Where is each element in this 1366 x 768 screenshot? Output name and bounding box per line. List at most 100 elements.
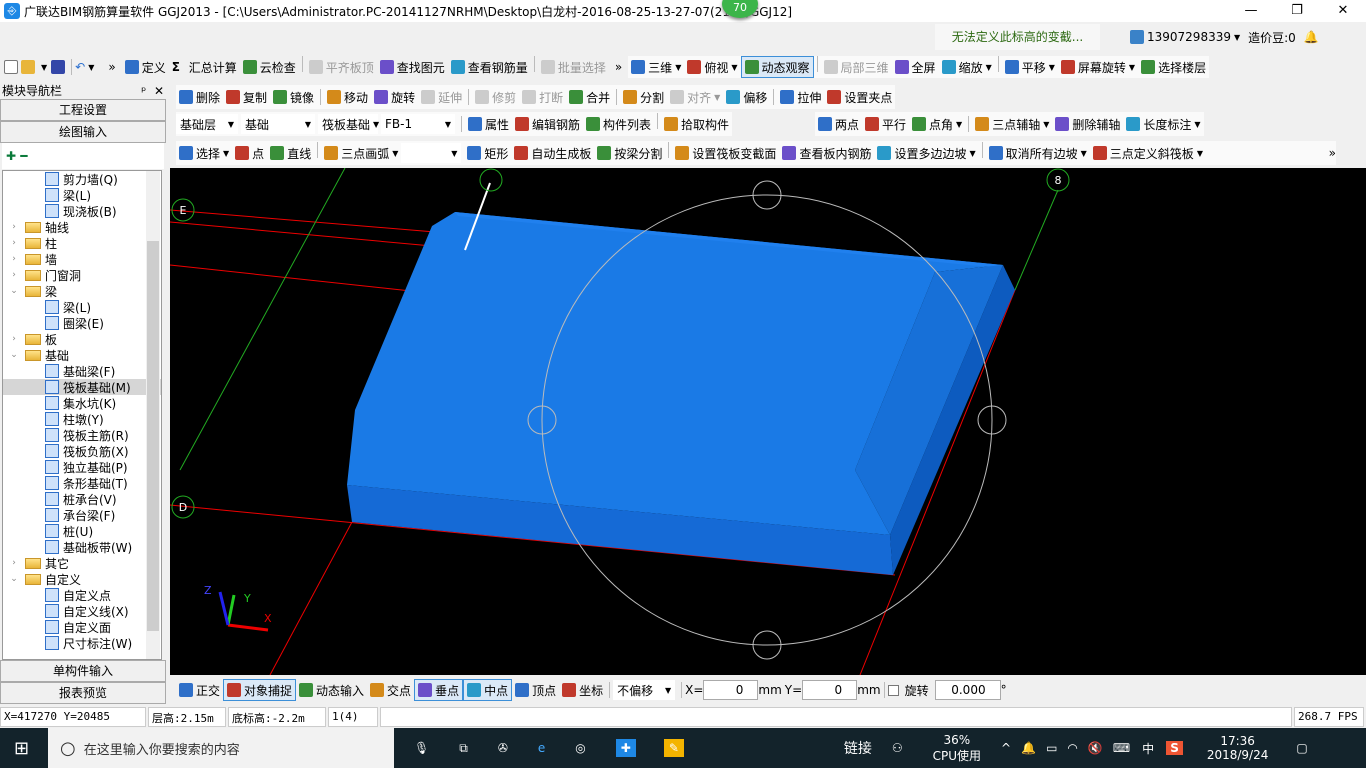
toolbar3b-button-0[interactable]: 两点: [815, 113, 862, 135]
app-icon[interactable]: ◎: [575, 741, 585, 755]
snap-button-5[interactable]: 中点: [463, 679, 513, 701]
offset-mode-select[interactable]: 不偏移 ▼: [613, 680, 676, 700]
toolbar4b-button-6[interactable]: 取消所有边坡 ▼: [986, 142, 1090, 164]
tree-item[interactable]: 筏板基础(M): [3, 379, 161, 395]
task-view-icon[interactable]: ⧉: [459, 741, 468, 756]
tree-item[interactable]: 尺寸标注(W): [3, 635, 161, 651]
arc-mode-select[interactable]: ▼: [401, 143, 462, 163]
toolbar3-button-1[interactable]: 编辑钢筋: [512, 113, 583, 135]
toolbar3-button-3[interactable]: 拾取构件: [661, 113, 732, 135]
toolbar3b-button-3[interactable]: 三点辅轴 ▼: [972, 113, 1052, 135]
toolbar1b-button-4[interactable]: 全屏: [892, 56, 939, 78]
snap-button-1[interactable]: 对象捕捉: [223, 679, 297, 701]
collapse-all-icon[interactable]: ━: [20, 149, 27, 163]
toolbar3-button-0[interactable]: 属性: [465, 113, 512, 135]
component-select[interactable]: FB-1 ▼: [381, 114, 455, 134]
toolbar1b-button-6[interactable]: 平移 ▼: [1002, 56, 1058, 78]
minimize-button[interactable]: —: [1228, 0, 1274, 22]
cpu-meter[interactable]: 36% CPU使用: [933, 733, 981, 764]
tree-item[interactable]: ⌄ 基础: [3, 347, 161, 363]
toolbar2-button-1[interactable]: 复制: [223, 86, 270, 108]
tree-item[interactable]: › 柱: [3, 235, 161, 251]
rotate-checkbox[interactable]: [887, 684, 899, 696]
toolbar4b-button-0[interactable]: 矩形: [464, 142, 511, 164]
tree-item[interactable]: 桩(U): [3, 523, 161, 539]
toolbar1-button-2[interactable]: 云检查: [240, 56, 299, 78]
edge-icon[interactable]: e: [538, 741, 545, 755]
floor-select[interactable]: 基础层 ▼: [176, 114, 238, 134]
save-icon[interactable]: [51, 60, 66, 74]
nav-report-preview[interactable]: 报表预览: [0, 682, 166, 704]
x-offset-input[interactable]: 0: [703, 680, 759, 700]
chevron-down-icon[interactable]: ▼: [1129, 63, 1135, 72]
overflow-icon[interactable]: »: [108, 60, 115, 74]
battery-icon[interactable]: ▭: [1046, 741, 1057, 755]
tree-item[interactable]: 自定义线(X): [3, 603, 161, 619]
toolbar2-button-13[interactable]: 设置夹点: [824, 86, 895, 108]
toolbar1b-button-2[interactable]: 动态观察: [740, 56, 814, 78]
tree-item[interactable]: 承台梁(F): [3, 507, 161, 523]
tree-item[interactable]: 自定义点: [3, 587, 161, 603]
fan-app-icon[interactable]: ✇: [498, 741, 508, 755]
tree-item[interactable]: 梁(L): [3, 299, 161, 315]
notification-bell-icon[interactable]: 🔔: [1021, 741, 1036, 755]
chevron-down-icon[interactable]: ▼: [392, 149, 398, 158]
tree-scrollbar[interactable]: [146, 171, 160, 659]
toolbar2-button-6[interactable]: 修剪: [472, 86, 519, 108]
toolbar2-button-5[interactable]: 延伸: [418, 86, 465, 108]
toolbar1-button-0[interactable]: 定义: [122, 56, 169, 78]
snap-button-3[interactable]: 交点: [367, 679, 414, 701]
chevron-down-icon[interactable]: ▼: [1043, 120, 1049, 129]
ime-indicator[interactable]: 中: [1142, 740, 1154, 757]
category-select[interactable]: 基础 ▼: [241, 114, 315, 134]
link-label[interactable]: 链接: [844, 738, 872, 758]
toolbar2-button-7[interactable]: 打断: [519, 86, 566, 108]
toolbar1-button-3[interactable]: 平齐板顶: [306, 56, 377, 78]
microphone-icon[interactable]: 🎙: [414, 741, 429, 755]
expand-all-icon[interactable]: ✚: [6, 149, 16, 163]
chevron-down-icon[interactable]: ▼: [675, 63, 681, 72]
toolbar2-button-4[interactable]: 旋转: [371, 86, 418, 108]
pin-icon[interactable]: ᵖ: [141, 84, 146, 98]
toolbar4-button-2[interactable]: 直线: [267, 142, 314, 164]
keyboard-icon[interactable]: ⌨: [1113, 741, 1130, 755]
tree-item[interactable]: 现浇板(B): [3, 203, 161, 219]
taskbar-search[interactable]: ○ 在这里输入你要搜索的内容: [48, 728, 394, 768]
overflow-icon[interactable]: »: [615, 60, 622, 74]
toolbar1b-button-8[interactable]: 选择楼层: [1138, 56, 1209, 78]
toolbar1b-button-5[interactable]: 缩放 ▼: [939, 56, 995, 78]
toolbar1-button-4[interactable]: 查找图元: [377, 56, 448, 78]
toolbar4b-button-3[interactable]: 设置筏板变截面: [672, 142, 779, 164]
snap-button-2[interactable]: 动态输入: [296, 679, 367, 701]
tree-item[interactable]: 剪力墙(Q): [3, 171, 161, 187]
tree-item[interactable]: 独立基础(P): [3, 459, 161, 475]
rotate-input[interactable]: 0.000: [934, 680, 1001, 700]
tree-item[interactable]: 基础板带(W): [3, 539, 161, 555]
chevron-down-icon[interactable]: ▼: [1197, 149, 1203, 158]
tree-item[interactable]: 集水坑(K): [3, 395, 161, 411]
type-select[interactable]: 筏板基础 ▼: [318, 114, 379, 134]
notes-app-icon[interactable]: ✎: [663, 739, 684, 757]
glodon-taskbar-icon[interactable]: ✚: [615, 739, 636, 757]
tree-item[interactable]: ⌄ 梁: [3, 283, 161, 299]
bell-icon[interactable]: 🔔: [1304, 30, 1319, 44]
chevron-down-icon[interactable]: ▼: [1049, 63, 1055, 72]
tree-item[interactable]: 自定义面: [3, 619, 161, 635]
toolbar2-button-0[interactable]: 删除: [176, 86, 223, 108]
close-icon[interactable]: ✕: [154, 84, 164, 98]
undo-icon[interactable]: ↶: [75, 60, 85, 74]
toolbar3b-button-2[interactable]: 点角 ▼: [909, 113, 965, 135]
toolbar1b-button-3[interactable]: 局部三维: [821, 56, 892, 78]
new-file-icon[interactable]: [4, 60, 18, 74]
toolbar3b-button-5[interactable]: 长度标注 ▼: [1123, 113, 1203, 135]
tree-item[interactable]: 梁(L): [3, 187, 161, 203]
y-offset-input[interactable]: 0: [802, 680, 858, 700]
tree-item[interactable]: 条形基础(T): [3, 475, 161, 491]
toolbar3-button-2[interactable]: 构件列表: [583, 113, 654, 135]
toolbar2-button-8[interactable]: 合并: [566, 86, 613, 108]
toolbar1-button-1[interactable]: Σ 汇总计算: [169, 56, 240, 78]
windows-start-icon[interactable]: ⊞: [14, 738, 29, 759]
toolbar4b-button-5[interactable]: 设置多边边坡 ▼: [874, 142, 978, 164]
toolbar1b-button-0[interactable]: 三维 ▼: [628, 56, 684, 78]
snap-button-4[interactable]: 垂点: [414, 679, 464, 701]
